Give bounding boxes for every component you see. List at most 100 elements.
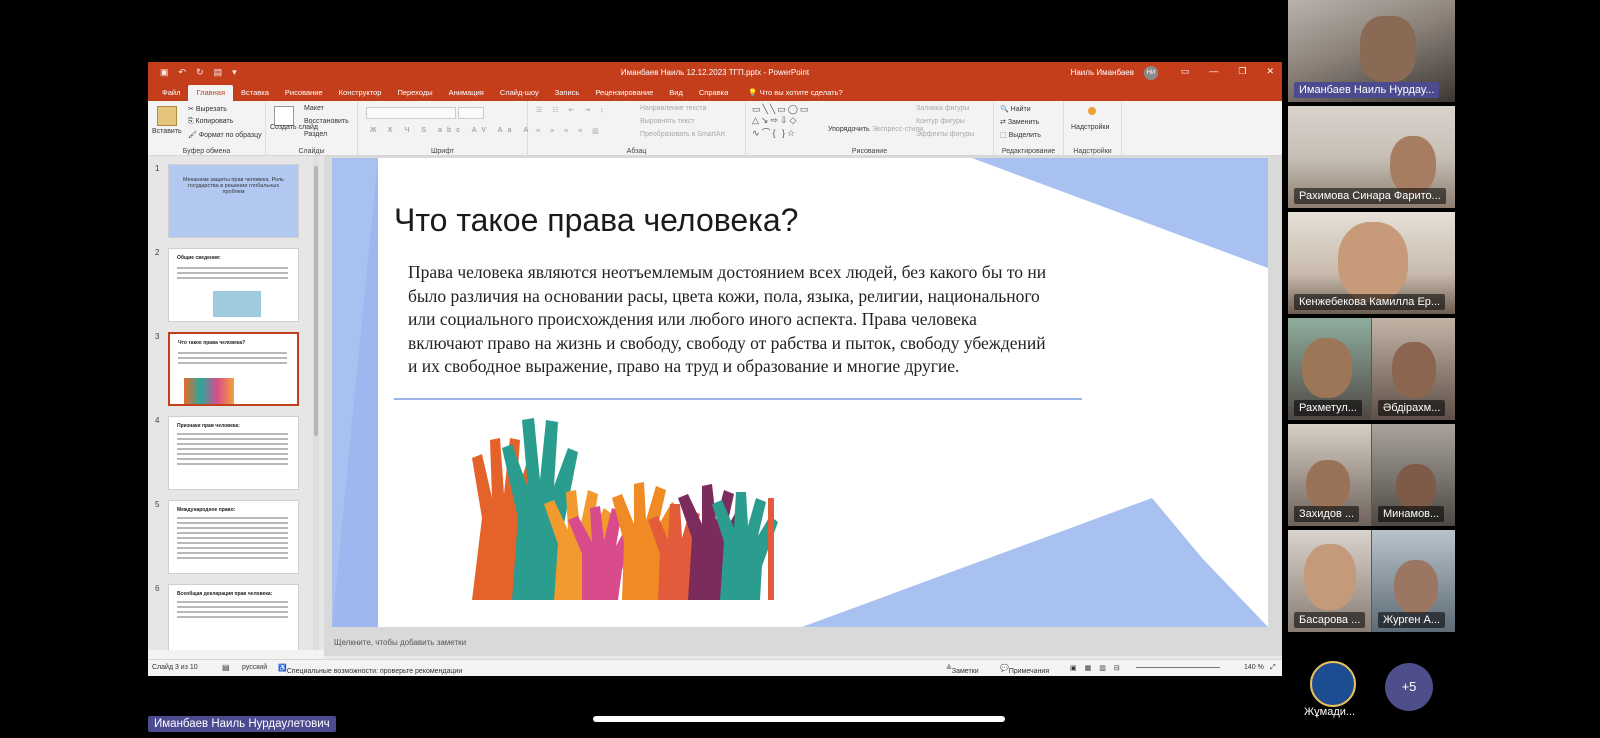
accessibility-label: Специальные возможности: проверьте реком…	[286, 668, 463, 675]
select-button[interactable]: ⬚ Выделить	[1000, 131, 1041, 139]
format-painter-button[interactable]: 🖌 Формат по образцу	[188, 131, 262, 139]
status-bar: Слайд 3 из 10 ▤ русский ♿ Специальные во…	[148, 659, 1282, 676]
section-button[interactable]: Раздел	[304, 131, 327, 138]
text-box-underline	[394, 398, 1082, 400]
text-line	[177, 517, 288, 519]
thumbnail-slide-6[interactable]: Всеобщая декларация прав человека:	[168, 584, 299, 650]
participant-tile[interactable]: Журген А...	[1372, 530, 1455, 632]
person-silhouette	[1396, 464, 1436, 510]
scrollbar-thumb[interactable]	[314, 166, 318, 436]
tab-slideshow[interactable]: Слайд-шоу	[492, 85, 547, 101]
minimize-icon[interactable]: —	[1209, 66, 1218, 77]
tab-design[interactable]: Конструктор	[331, 85, 390, 101]
spellcheck-icon[interactable]: ▤	[222, 663, 230, 672]
paste-button[interactable]: Вставить	[152, 128, 182, 135]
tab-file[interactable]: Файл	[154, 85, 188, 101]
group-drawing: ▭╲╲▭◯▭ △↘⇨⇩◇ ∿⌒{ }☆ Упорядочить Экспресс-с…	[746, 101, 994, 156]
tab-help[interactable]: Справка	[691, 85, 736, 101]
new-slide-icon[interactable]	[274, 106, 294, 126]
group-font: Ж К Ч S abc AV Aa A Шрифт	[358, 101, 528, 156]
restore-icon[interactable]: ❐	[1238, 66, 1246, 77]
slide-title[interactable]: Что такое права человека?	[394, 202, 798, 239]
tab-transitions[interactable]: Переходы	[389, 85, 440, 101]
cut-button[interactable]: ✂ Вырезать	[188, 105, 227, 113]
home-indicator[interactable]	[593, 716, 1005, 722]
person-silhouette	[1360, 16, 1416, 82]
slide-canvas[interactable]: Что такое права человека? Права человека…	[332, 158, 1268, 627]
notes-label: Заметки	[951, 668, 979, 675]
notes-placeholder[interactable]: Щелкните, чтобы добавить заметки	[334, 638, 466, 647]
font-format-buttons[interactable]: Ж К Ч S abc AV Aa A	[370, 127, 533, 134]
thumbnail-slide-1[interactable]: Механизм защиты прав человека. Роль госу…	[168, 164, 299, 238]
thumbnail-slide-3[interactable]: Что такое права человека?	[168, 332, 299, 406]
shapes-gallery[interactable]: ▭╲╲▭◯▭ △↘⇨⇩◇ ∿⌒{ }☆	[752, 104, 810, 139]
person-silhouette	[1306, 460, 1350, 510]
addins-icon[interactable]	[1088, 107, 1096, 115]
font-name-input[interactable]	[366, 107, 456, 119]
participant-tile[interactable]: Иманбаев Наиль Нурдау...	[1288, 0, 1455, 102]
tab-review[interactable]: Рецензирование	[587, 85, 661, 101]
participant-tile[interactable]: Әбдірахм...	[1372, 318, 1455, 420]
tab-record[interactable]: Запись	[547, 85, 588, 101]
group-label: Рисование	[851, 148, 888, 155]
smartart-button[interactable]: Преобразовать в SmartArt	[640, 131, 725, 138]
text-direction-button[interactable]: Направление текста	[640, 105, 706, 112]
account-name[interactable]: Наиль Иманбаев	[1071, 68, 1134, 77]
copy-button[interactable]: ⎘ Копировать	[188, 118, 233, 126]
group-addins: Надстройки Надстройки	[1064, 101, 1122, 156]
fit-slide-icon[interactable]: ⤢	[1270, 664, 1276, 672]
align-buttons[interactable]: ≡ ≡ ≡ ≡ ▥	[536, 127, 603, 135]
text-line	[177, 272, 288, 274]
new-slide-button[interactable]: Создать слайд	[270, 124, 318, 131]
thumbnail-slide-5[interactable]: Международное право:	[168, 500, 299, 574]
thumbnail-slide-2[interactable]: Общие сведения:	[168, 248, 299, 322]
slide-body-text[interactable]: Права человека являются неотъемлемым дос…	[408, 261, 1048, 379]
presenter-name-badge: Иманбаев Наиль Нурдаулетович	[148, 716, 336, 732]
participant-tile[interactable]: Рахимова Синара Фарито...	[1288, 106, 1455, 208]
more-participants-button[interactable]: +5	[1385, 663, 1433, 711]
participant-videos: Иманбаев Наиль Нурдау... Рахимова Синара…	[1288, 0, 1455, 635]
accessibility-status[interactable]: ♿ Специальные возможности: проверьте рек…	[278, 664, 462, 675]
tab-insert[interactable]: Вставка	[233, 85, 277, 101]
screen: ▣ ↶ ↻ ▤ ▾ Иманбаев Наиль 12.12.2023 ТГП.…	[0, 0, 1600, 738]
tell-me-search[interactable]: 💡 Что вы хотите сделать?	[740, 85, 850, 101]
notes-button[interactable]: ≙ Заметки	[946, 664, 979, 675]
thumbnail-slide-4[interactable]: Признаки прав человека:	[168, 416, 299, 490]
font-size-input[interactable]	[458, 107, 484, 119]
ribbon-display-icon[interactable]: ▭	[1181, 66, 1190, 77]
comments-label: Примечания	[1008, 668, 1050, 675]
zoom-slider[interactable]	[1136, 667, 1220, 668]
layout-button[interactable]: Макет	[304, 105, 324, 112]
tab-draw[interactable]: Рисование	[277, 85, 331, 101]
list-buttons[interactable]: ☰ ☷ ⇤ ⇥ ↕	[536, 106, 608, 114]
reset-button[interactable]: Восстановить	[304, 118, 349, 125]
participant-tile[interactable]: Кенжебекова Камилла Ер...	[1288, 212, 1455, 314]
participant-tile[interactable]: Минамов...	[1372, 424, 1455, 526]
close-icon[interactable]: ✕	[1266, 66, 1274, 77]
language-indicator[interactable]: русский	[242, 664, 267, 671]
thumbnail-title: Общие сведения:	[177, 255, 221, 261]
align-text-button[interactable]: Выровнять текст	[640, 118, 695, 125]
participant-tile[interactable]: Захидов ...	[1288, 424, 1371, 526]
thumbnails-scrollbar[interactable]	[313, 156, 319, 650]
participant-tile[interactable]: Рахметул...	[1288, 318, 1371, 420]
find-button[interactable]: 🔍 Найти	[1000, 105, 1031, 113]
tab-view[interactable]: Вид	[661, 85, 691, 101]
participant-tile[interactable]: Басарова ...	[1288, 530, 1371, 632]
paste-icon[interactable]	[157, 106, 177, 126]
comments-button[interactable]: 💬 Примечания	[1000, 664, 1049, 675]
participant-tile-pair: Рахметул... Әбдірахм...	[1288, 318, 1455, 420]
shape-fill-button[interactable]: Заливка фигуры	[916, 105, 969, 112]
shape-effects-button[interactable]: Эффекты фигуры	[916, 131, 974, 138]
zoom-level[interactable]: 140 %	[1244, 664, 1264, 671]
tab-home[interactable]: Главная	[188, 85, 233, 101]
avatar[interactable]: НИ	[1144, 66, 1158, 80]
replace-button[interactable]: ⇄ Заменить	[1000, 118, 1039, 126]
tab-animations[interactable]: Анимация	[441, 85, 492, 101]
avatar[interactable]	[1310, 661, 1356, 707]
shape-outline-button[interactable]: Контур фигуры	[916, 118, 965, 125]
group-label: Редактирование	[1001, 148, 1056, 155]
arrange-button[interactable]: Упорядочить	[828, 126, 870, 133]
view-buttons[interactable]: ▣▦▥⊟	[1070, 664, 1128, 672]
addins-button[interactable]: Надстройки	[1071, 124, 1109, 131]
